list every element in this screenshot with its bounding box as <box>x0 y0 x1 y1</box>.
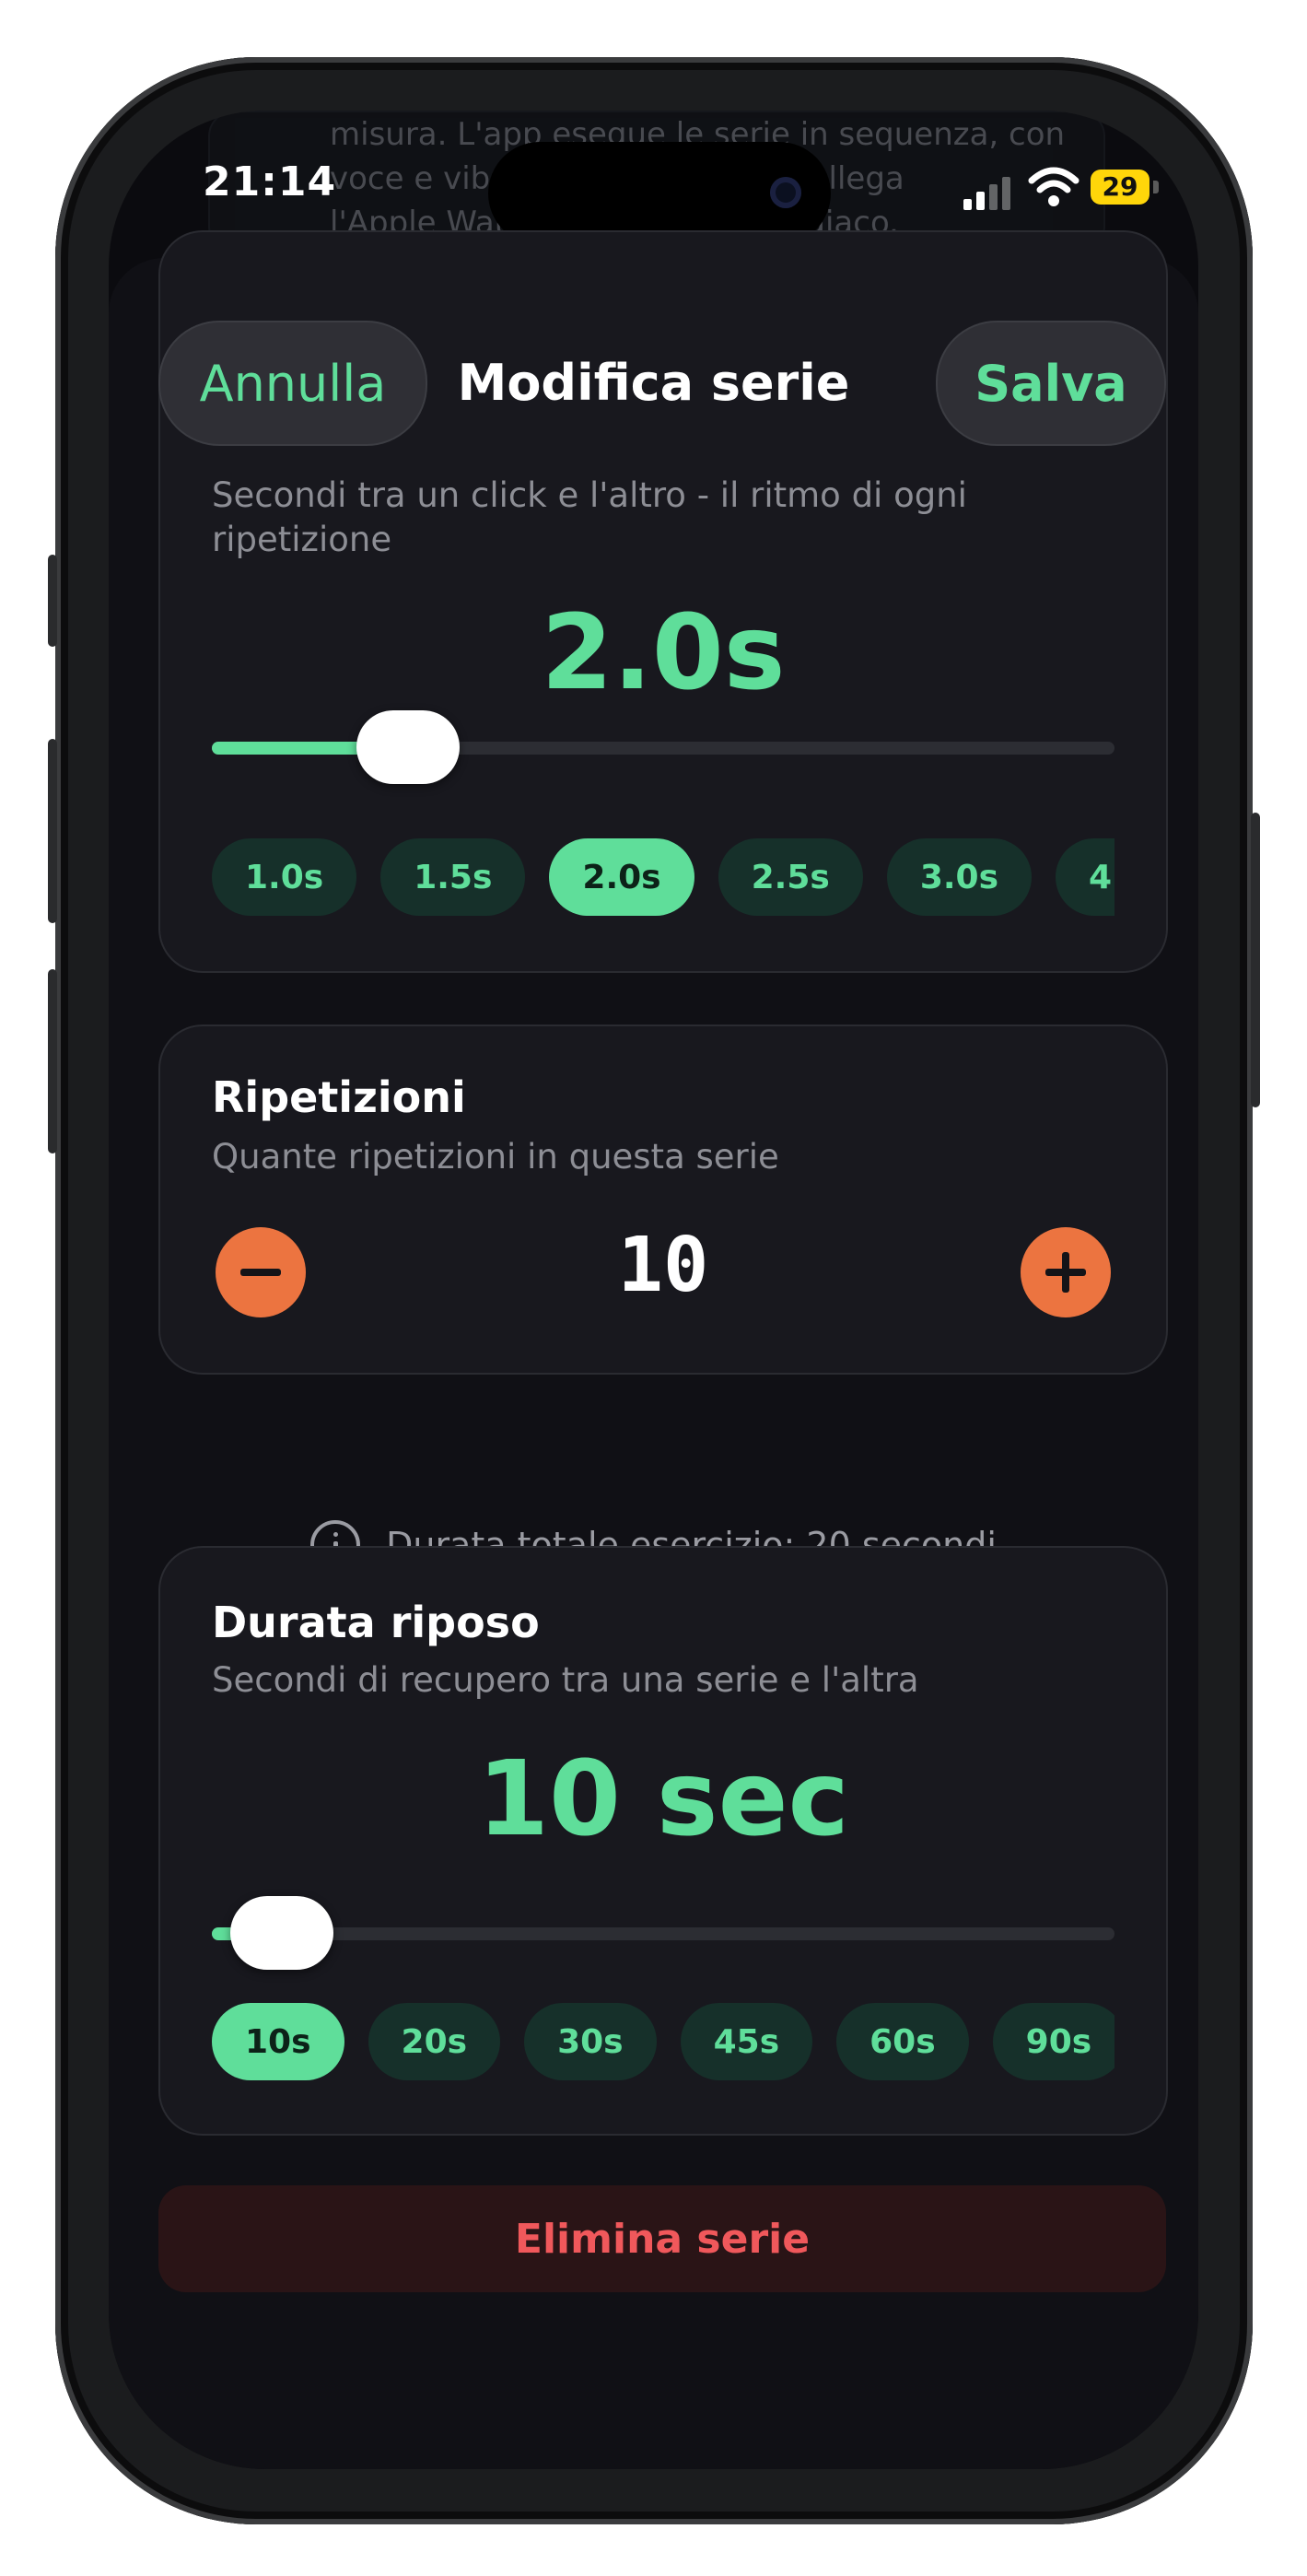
rest-chip[interactable]: 45s <box>680 2003 813 2080</box>
power-button <box>1251 813 1260 1107</box>
rhythm-subtitle: Secondi tra un click e l'altro - il ritm… <box>212 475 967 515</box>
status-time: 21:14 <box>203 158 337 205</box>
rest-chip[interactable]: 60s <box>836 2003 969 2080</box>
reps-subtitle: Quante ripetizioni in questa serie <box>212 1137 779 1177</box>
rhythm-chip[interactable]: 2.5s <box>718 838 863 916</box>
mute-switch <box>48 555 57 647</box>
rest-value: 10 sec <box>477 1739 849 1859</box>
rest-title: Durata riposo <box>212 1598 540 1647</box>
rhythm-subtitle-cont: ripetizione <box>212 520 392 559</box>
reps-title: Ripetizioni <box>212 1072 466 1122</box>
rest-chip[interactable]: 30s <box>524 2003 657 2080</box>
rest-subtitle: Secondi di recupero tra una serie e l'al… <box>212 1660 919 1700</box>
rhythm-chip[interactable]: 3.0s <box>886 838 1033 916</box>
rest-chip[interactable]: 10s <box>212 2003 344 2080</box>
rest-chip-row: 10s 20s 30s 45s 60s 90s <box>212 2003 1114 2084</box>
save-button[interactable]: Salva <box>936 321 1166 446</box>
edit-series-sheet: Secondi tra un click e l'altro - il ritm… <box>109 230 1198 2469</box>
delete-series-button[interactable]: Elimina serie <box>158 2185 1166 2292</box>
rhythm-value: 2.0s <box>541 593 786 713</box>
rest-slider[interactable] <box>212 1896 1114 1970</box>
rest-chip[interactable]: 90s <box>992 2003 1114 2080</box>
rest-chip[interactable]: 20s <box>368 2003 501 2080</box>
rhythm-chip-row: 1.0s 1.5s 2.0s 2.5s 3.0s 4.0s <box>212 838 1114 919</box>
screen: misura. L'app esegue le serie in sequenz… <box>109 111 1198 2469</box>
rhythm-chip[interactable]: 1.5s <box>380 838 526 916</box>
rest-card: Durata riposo Secondi di recupero tra un… <box>158 1546 1168 2136</box>
wifi-icon <box>1028 167 1079 206</box>
signal-icon <box>963 175 1019 210</box>
battery-icon: 29 <box>1091 170 1149 205</box>
volume-down-button <box>48 969 57 1153</box>
rhythm-chip[interactable]: 1.0s <box>212 838 357 916</box>
reps-card: Ripetizioni Quante ripetizioni in questa… <box>158 1025 1168 1375</box>
rhythm-slider-fill <box>212 742 375 755</box>
increment-button[interactable] <box>1021 1227 1111 1317</box>
reps-value: 10 <box>617 1222 709 1309</box>
camera-icon <box>770 177 801 208</box>
battery-tip <box>1153 181 1159 193</box>
plus-icon-v <box>1062 1252 1069 1293</box>
volume-up-button <box>48 739 57 923</box>
nav-bar: Annulla Modifica serie Salva <box>109 321 1198 446</box>
rhythm-slider[interactable] <box>212 710 1114 784</box>
rhythm-chip[interactable]: 4.0s <box>1056 838 1114 916</box>
rhythm-slider-thumb[interactable] <box>356 710 460 784</box>
rest-slider-thumb[interactable] <box>229 1896 333 1970</box>
rhythm-chip[interactable]: 2.0s <box>549 838 694 916</box>
